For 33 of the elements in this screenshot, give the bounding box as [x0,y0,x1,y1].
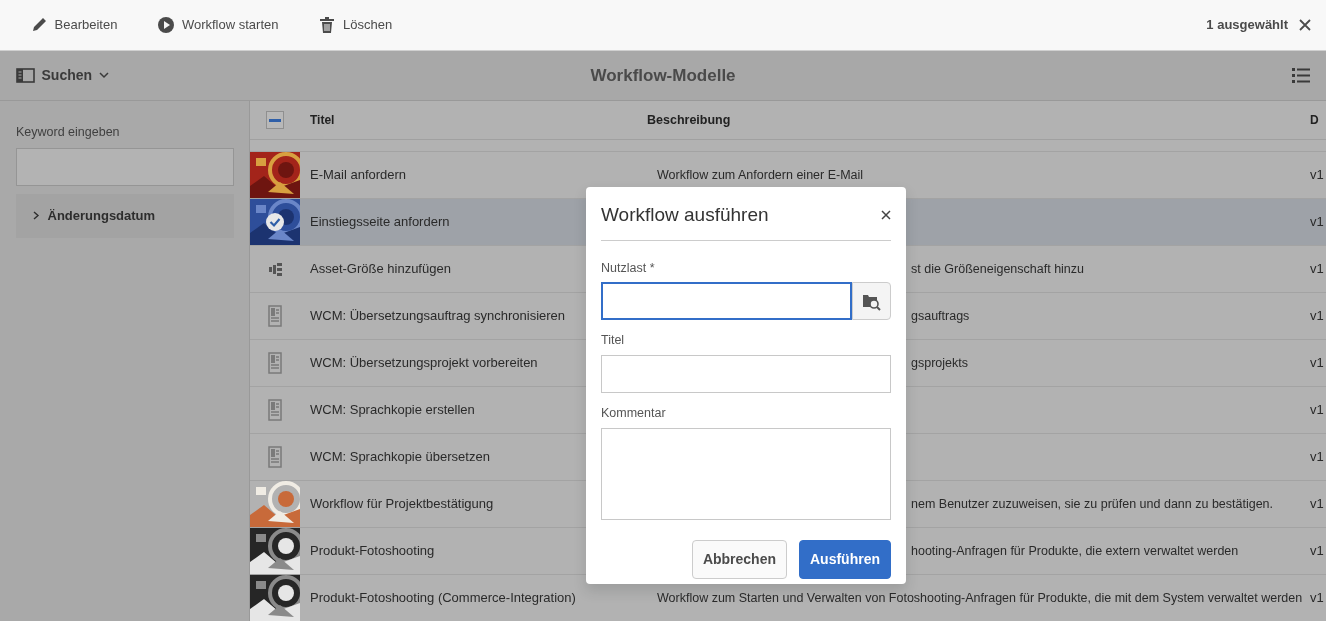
title-text: Produkt-Fotoshooting [310,543,435,559]
version-text: v1 [1310,214,1324,230]
title-text: WCM: Übersetzungsauftrag synchronisieren [310,308,566,324]
title-text: WCM: Sprachkopie erstellen [310,402,475,418]
description-text: Workflow zum Starten und Verwalten von Fotoshooting-Anfragen für Produkte, die mit dem System verwaltet werden [657,590,1303,605]
version-text: v1 [1310,449,1324,465]
description-text: gsprojekts [911,355,968,370]
title-text: WCM: Sprachkopie übersetzen [310,449,490,465]
title-text: Einstiegsseite anfordern [310,214,450,230]
field-label: Kommentar [601,405,667,422]
field-label: Keyword eingeben [16,124,121,141]
description-text: hooting-Anfragen für Produkte, die extern verwaltet werden [911,543,1239,558]
title-text: Produkt-Fotoshooting (Commerce-Integration) [310,590,576,606]
version-text: v1 [1310,543,1324,559]
dialog-title: Workflow ausführen [601,203,769,227]
version-text: v1 [1310,261,1324,277]
field-label: Nutzlast * [601,259,656,277]
description-text: Workflow zum Anfordern einer E-Mail [657,167,864,182]
version-text: v1 [1310,496,1324,512]
description-text: gsauftrags [911,308,970,323]
version-text: v1 [1310,167,1324,183]
title-text: Workflow für Projektbestätigung [310,496,494,512]
selection-count: 1 ausgewählt [1206,16,1288,35]
description-text: nem Benutzer zuzuweisen, sie zu prüfen und dann zu bestätigen. [911,496,1274,511]
version-text: v1 [1310,402,1324,418]
version-text: v1 [1310,308,1324,324]
title-text: Asset-Größe hinzufügen [310,261,451,277]
description-text: st die Größeneigenschaft hinzu [911,261,1085,276]
title-text: WCM: Übersetzungsprojekt vorbereiten [310,355,538,371]
version-text: v1 [1310,590,1324,606]
version-text: v1 [1310,355,1324,371]
title-text: E-Mail anfordern [310,167,407,183]
page-title: Workflow-Modelle [590,64,736,87]
